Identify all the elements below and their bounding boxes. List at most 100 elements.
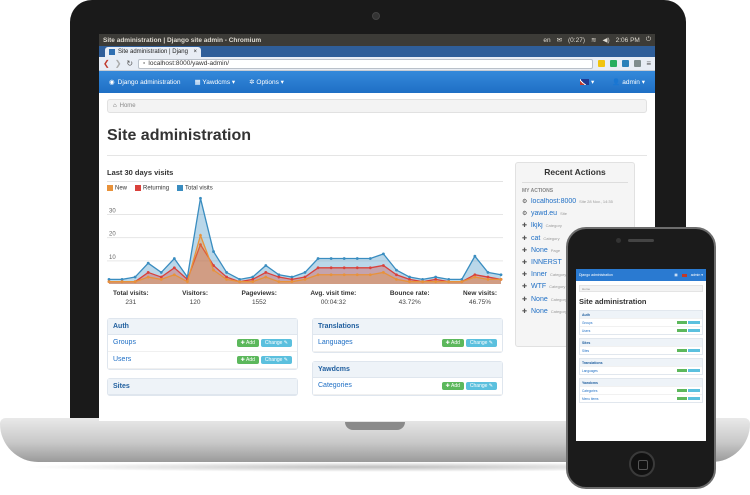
phone-change-button[interactable] <box>688 368 700 373</box>
module-title[interactable]: Auth <box>108 318 297 335</box>
data-point[interactable] <box>277 279 281 283</box>
data-point[interactable] <box>225 270 228 274</box>
data-point[interactable] <box>303 277 307 281</box>
data-point[interactable] <box>316 272 320 276</box>
add-button[interactable]: ✚ Add <box>236 355 259 364</box>
model-link[interactable]: Groups <box>113 339 136 346</box>
data-point[interactable] <box>159 277 163 281</box>
data-point[interactable] <box>277 275 281 279</box>
phone-breadcrumb-home[interactable]: Home <box>582 287 590 291</box>
data-point[interactable] <box>172 265 176 269</box>
recent-action-item[interactable]: ⚙ yawd.eu Site <box>522 210 628 217</box>
recent-action-label[interactable]: lkjkj <box>531 222 543 229</box>
module-title[interactable]: Translations <box>313 318 502 335</box>
data-point[interactable] <box>212 268 215 272</box>
phone-uk-flag-icon[interactable] <box>681 273 687 277</box>
phone-model-link[interactable]: Sites <box>582 349 589 353</box>
data-point[interactable] <box>146 270 150 274</box>
change-button[interactable]: Change ✎ <box>260 338 292 347</box>
keyboard-icon[interactable]: en <box>543 37 550 44</box>
data-point[interactable] <box>329 265 333 269</box>
phone-add-button[interactable] <box>677 320 687 325</box>
data-point[interactable] <box>434 279 438 283</box>
data-point[interactable] <box>355 256 359 260</box>
recent-action-label[interactable]: WTF <box>531 283 546 290</box>
tab-close-icon[interactable]: × <box>193 49 197 55</box>
phone-module-title[interactable]: Auth <box>580 311 702 318</box>
model-link[interactable]: Users <box>113 356 131 363</box>
recent-action-label[interactable]: cat <box>531 235 540 242</box>
phone-model-link[interactable]: Languages <box>582 369 598 373</box>
data-point[interactable] <box>172 272 176 276</box>
data-point[interactable] <box>329 256 333 260</box>
phone-add-button[interactable] <box>677 348 687 353</box>
data-point[interactable] <box>264 275 268 279</box>
recent-action-label[interactable]: localhost:8000 <box>531 198 576 205</box>
menu-icon[interactable]: ≡ <box>646 59 651 68</box>
data-point[interactable] <box>355 272 359 276</box>
bookmark-star-icon[interactable] <box>598 60 606 67</box>
volume-icon[interactable]: ◀) <box>602 36 609 44</box>
recent-action-item[interactable]: ⚙ localhost:8000 Site 28 Nov., 14:35 <box>522 198 628 205</box>
data-point[interactable] <box>264 270 268 274</box>
data-point[interactable] <box>342 265 346 269</box>
recent-action-label[interactable]: None <box>531 308 548 315</box>
recent-action-label[interactable]: yawd.eu <box>531 210 557 217</box>
data-point[interactable] <box>395 272 398 276</box>
user-menu[interactable]: 👤 admin ▾ <box>612 78 645 86</box>
recent-action-label[interactable]: INNERST <box>531 259 562 266</box>
data-point[interactable] <box>473 275 477 279</box>
recent-action-label[interactable]: None <box>531 247 548 254</box>
phone-user[interactable]: admin ▾ <box>691 273 703 277</box>
module-title[interactable]: Yawdcms <box>313 361 502 378</box>
phone-change-button[interactable] <box>688 320 700 325</box>
change-button[interactable]: Change ✎ <box>465 381 497 390</box>
data-point[interactable] <box>120 279 124 283</box>
add-button[interactable]: ✚ Add <box>441 381 464 390</box>
data-point[interactable] <box>421 279 424 283</box>
phone-add-button[interactable] <box>677 388 687 393</box>
model-link[interactable]: Categories <box>318 382 352 389</box>
model-link[interactable]: Languages <box>318 339 353 346</box>
data-point[interactable] <box>238 279 242 283</box>
battery-icon[interactable]: (0:27) <box>568 37 585 44</box>
phone-module-title[interactable]: Yawdcms <box>580 379 702 386</box>
data-point[interactable] <box>303 270 307 274</box>
phone-add-button[interactable] <box>677 368 687 373</box>
data-point[interactable] <box>342 272 346 276</box>
breadcrumb-home[interactable]: Home <box>120 103 136 109</box>
data-point[interactable] <box>368 265 372 269</box>
data-point[interactable] <box>342 256 346 260</box>
data-point[interactable] <box>499 272 503 276</box>
phone-module-title[interactable]: Translations <box>580 359 702 366</box>
data-point[interactable] <box>395 277 398 281</box>
phone-brand[interactable]: Django administration <box>579 273 613 277</box>
data-point[interactable] <box>329 272 333 276</box>
phone-menu-icon[interactable]: ▦ <box>674 273 677 277</box>
change-button[interactable]: Change ✎ <box>260 355 292 364</box>
data-point[interactable] <box>382 263 385 267</box>
data-point[interactable] <box>368 272 372 276</box>
menu-yawdcms[interactable]: ▦ Yawdcms ▾ <box>195 78 236 86</box>
phone-model-link[interactable]: Users <box>582 329 590 333</box>
extension-icon[interactable] <box>610 60 618 67</box>
mail-icon[interactable]: ✉ <box>557 36 562 44</box>
add-button[interactable]: ✚ Add <box>441 338 464 347</box>
phone-change-button[interactable] <box>688 348 700 353</box>
data-point[interactable] <box>172 256 176 260</box>
data-point[interactable] <box>395 268 398 272</box>
phone-change-button[interactable] <box>688 328 700 333</box>
data-point[interactable] <box>382 252 385 255</box>
address-bar[interactable]: ▫ localhost:8000/yawd-admin/ <box>138 58 594 69</box>
data-point[interactable] <box>486 270 490 274</box>
data-point[interactable] <box>460 279 464 283</box>
data-point[interactable] <box>107 279 111 283</box>
data-point[interactable] <box>212 249 215 253</box>
data-point[interactable] <box>382 270 385 274</box>
data-point[interactable] <box>159 270 163 274</box>
clock[interactable]: 2:06 PM <box>616 37 640 44</box>
data-point[interactable] <box>408 279 411 283</box>
phone-add-button[interactable] <box>677 396 687 401</box>
language-selector[interactable]: ▾ <box>580 78 594 86</box>
admin-brand[interactable]: ◉ Django administration <box>109 78 181 87</box>
